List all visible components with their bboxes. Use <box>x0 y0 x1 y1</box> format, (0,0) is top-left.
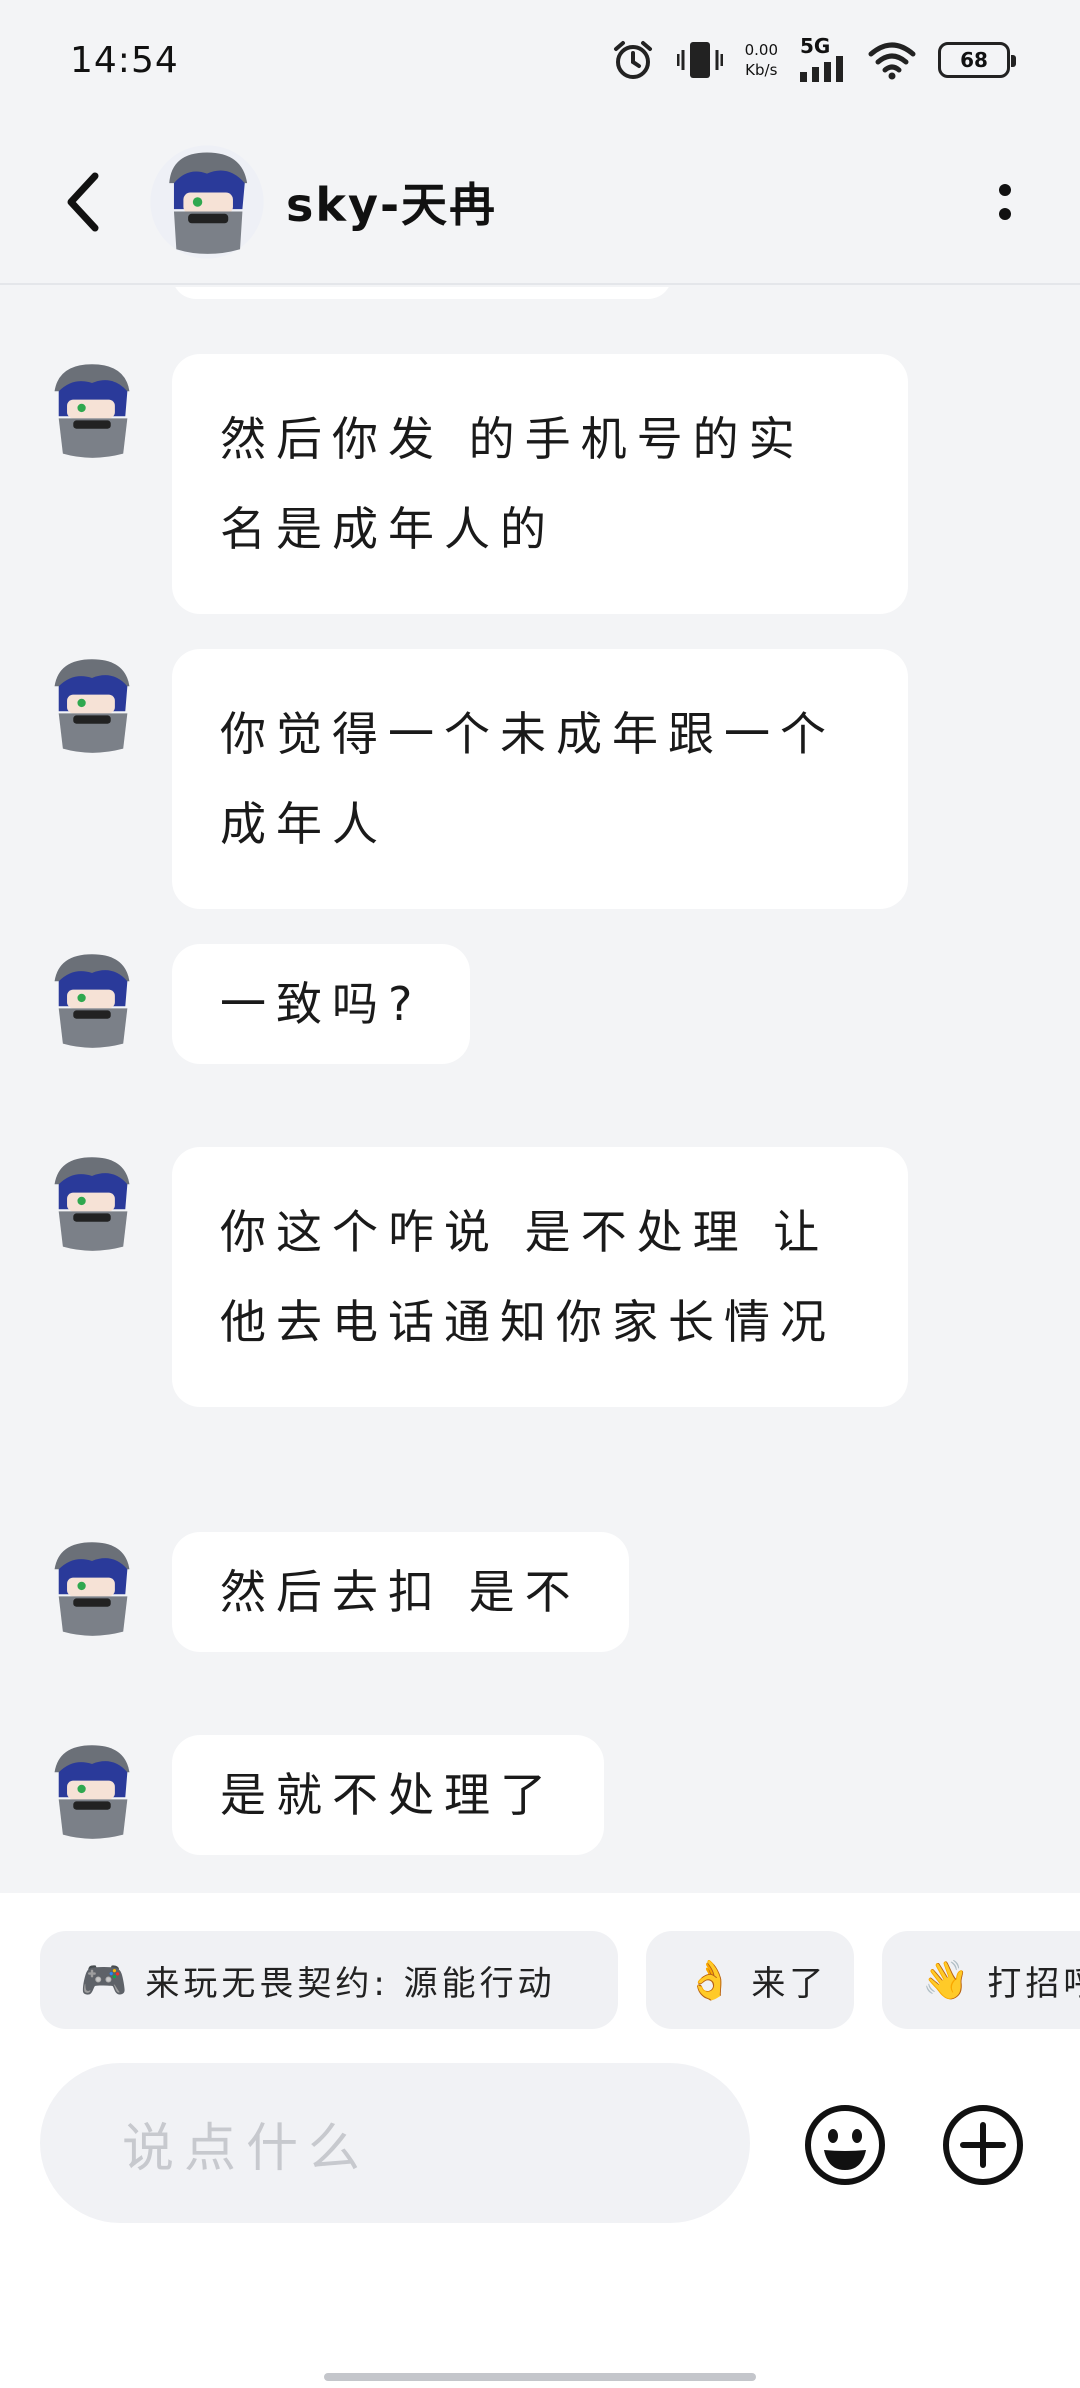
status-icons: 0.00 Kb/s 5G 68 <box>611 36 1016 85</box>
net-speed-unit: Kb/s <box>745 61 778 79</box>
avatar[interactable] <box>40 948 144 1052</box>
avatar[interactable] <box>40 358 144 462</box>
more-vertical-icon <box>999 183 1011 220</box>
battery-icon: 68 <box>938 42 1016 78</box>
status-bar: 14:54 0.00 Kb/s 5G 68 <box>0 0 1080 120</box>
status-time: 14:54 <box>70 39 179 81</box>
quick-reply-label: 来了 <box>751 1963 828 2004</box>
net-speed-value: 0.00 <box>744 41 778 59</box>
more-button[interactable] <box>970 157 1040 247</box>
quick-reply-chip[interactable]: 👋 打招呼 <box>882 1931 1080 2029</box>
ok-hand-icon: 👌 <box>686 1957 738 2002</box>
quick-reply-bar[interactable]: 🎮 来玩无畏契约: 源能行动 👌 来了 👋 打招呼 <box>0 1893 1080 2053</box>
avatar[interactable] <box>40 653 144 757</box>
quick-reply-label: 来玩无畏契约: 源能行动 <box>145 1963 556 2004</box>
home-indicator[interactable] <box>324 2373 756 2381</box>
avatar[interactable] <box>148 143 266 261</box>
composer: 说点什么 <box>0 2053 1080 2388</box>
quick-reply-chip[interactable]: 🎮 来玩无畏契约: 源能行动 <box>40 1931 618 2029</box>
emoji-button[interactable] <box>800 2100 890 2190</box>
cellular-signal: 5G <box>800 36 846 85</box>
chat-title: sky-天冉 <box>286 177 498 232</box>
message-bubble[interactable]: 然后你发 的手机号的实名是成年人的 <box>172 354 908 614</box>
message-bubble[interactable]: 是就不处理了 <box>172 1735 604 1855</box>
smiley-icon <box>805 2105 885 2185</box>
network-type: 5G <box>800 33 831 58</box>
message-bubble[interactable]: 你觉得一个未成年跟一个成年人 <box>172 649 908 909</box>
net-speed: 0.00 Kb/s <box>745 40 778 80</box>
plus-circle-icon <box>943 2105 1023 2185</box>
quick-reply-label: 打招呼 <box>987 1963 1080 2004</box>
gamepad-icon: 🎮 <box>80 1957 132 2002</box>
signal-icon <box>800 55 846 85</box>
message-list[interactable]: 然后你发 的手机号的实名是成年人的 你觉得一个未成年跟一个成年人 一致吗? 你这… <box>0 287 1080 1892</box>
message-bubble[interactable]: 你这个咋说 是不处理 让他去电话通知你家长情况 <box>172 1147 908 1407</box>
wave-icon: 👋 <box>922 1957 974 2002</box>
avatar[interactable] <box>40 1536 144 1640</box>
avatar[interactable] <box>40 1151 144 1255</box>
back-button[interactable] <box>38 157 128 247</box>
quick-reply-chip[interactable]: 👌 来了 <box>646 1931 854 2029</box>
message-bubble[interactable]: 一致吗? <box>172 944 471 1064</box>
message-bubble[interactable]: 然后去扣 是不 <box>172 1532 629 1652</box>
message-input[interactable]: 说点什么 <box>40 2063 750 2223</box>
message-bubble-partial <box>172 287 672 299</box>
plus-button[interactable] <box>938 2100 1028 2190</box>
chevron-left-icon <box>67 172 99 231</box>
vibrate-icon <box>676 38 723 82</box>
battery-level: 68 <box>960 48 988 72</box>
alarm-icon <box>611 38 655 82</box>
avatar[interactable] <box>40 1739 144 1843</box>
wifi-icon <box>868 40 916 80</box>
chat-header: sky-天冉 <box>0 120 1080 285</box>
